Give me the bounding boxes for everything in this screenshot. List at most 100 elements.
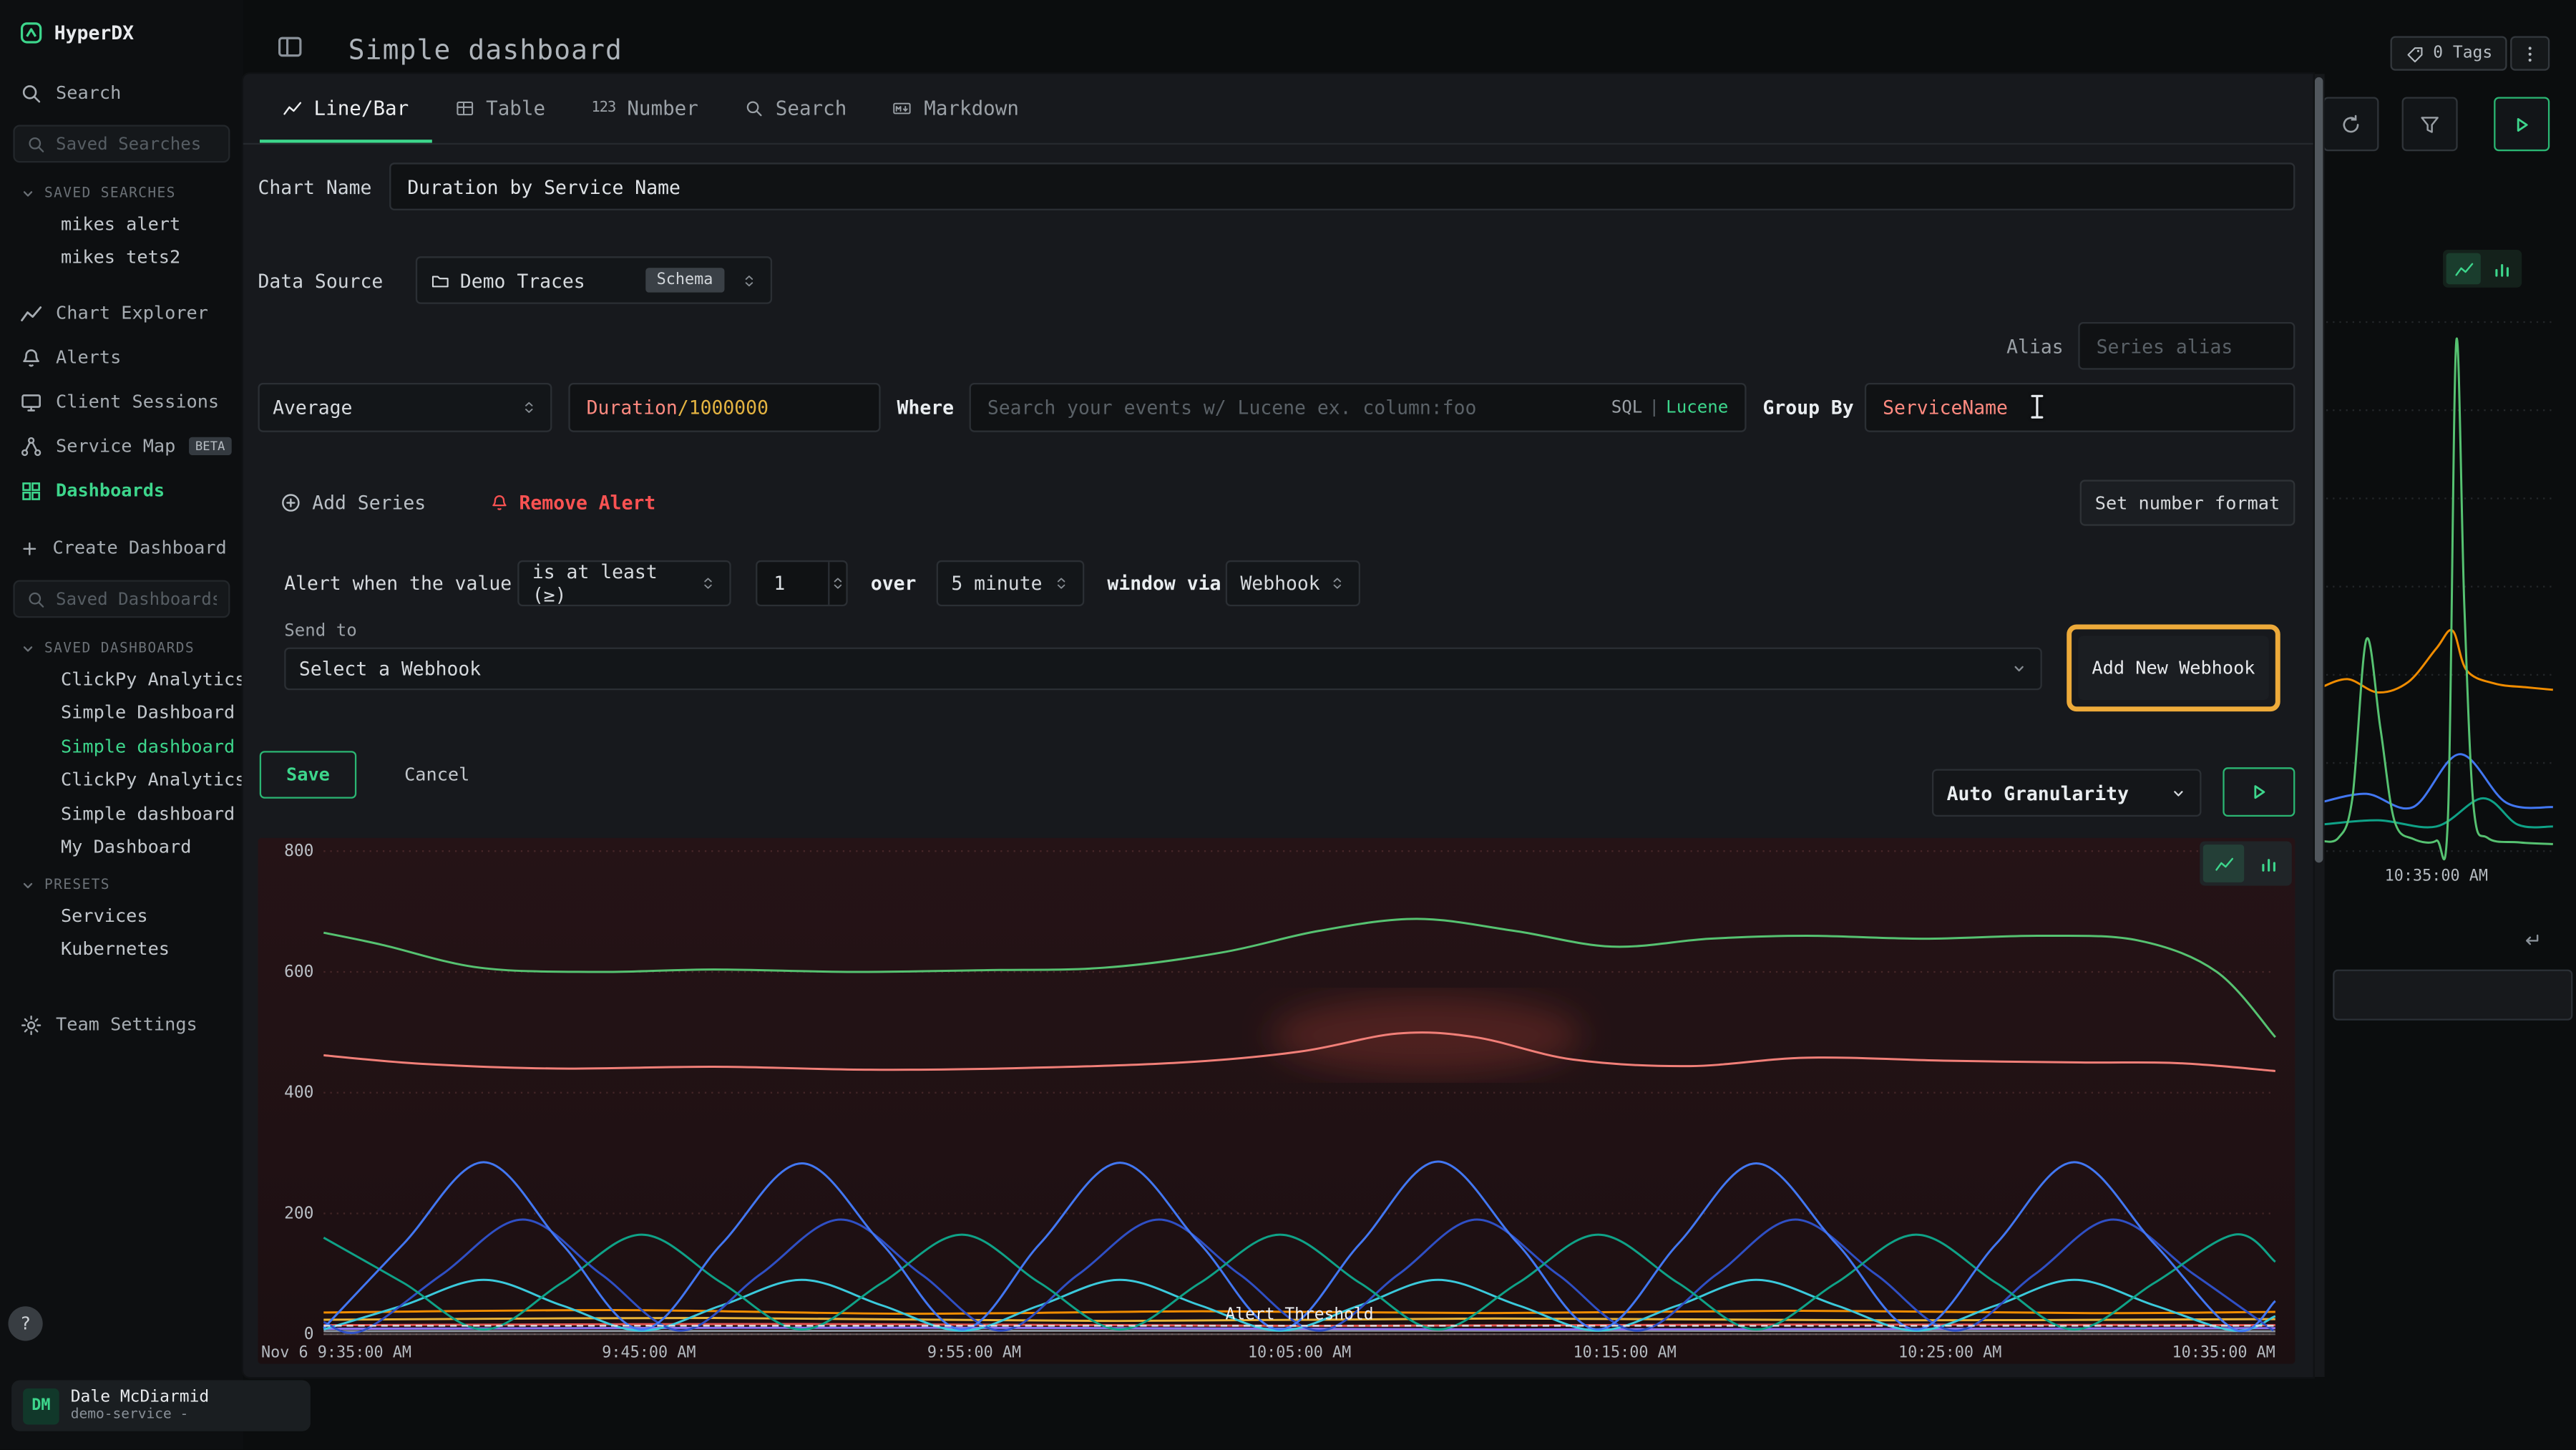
saved-dashboard-item-active[interactable]: Simple dashboard <box>0 729 243 763</box>
folder-icon <box>431 271 451 291</box>
updown-chevron-icon <box>1330 575 1346 592</box>
saved-search-item[interactable]: mikes alert <box>0 207 243 240</box>
svg-text:10:35:00 AM: 10:35:00 AM <box>2172 1343 2275 1361</box>
saved-dashboard-item[interactable]: ClickPy Analytics <box>0 662 243 696</box>
saved-dashboard-item[interactable]: Simple dashboard <box>0 797 243 831</box>
more-menu-button[interactable] <box>2510 37 2550 71</box>
chevron-down-icon <box>2011 661 2027 677</box>
sidebar-item-dashboards[interactable]: Dashboards <box>0 468 243 512</box>
saved-dashboard-item[interactable]: My Dashboard <box>0 831 243 865</box>
alert-condition-select[interactable]: is at least (≥) <box>517 560 731 606</box>
alert-threshold-input[interactable] <box>774 572 827 595</box>
filter-button[interactable] <box>2402 97 2458 151</box>
hyperdx-logo-icon <box>20 21 43 44</box>
alert-channel-select[interactable]: Webhook <box>1226 560 1360 606</box>
search-icon <box>26 134 47 154</box>
updown-chevron-icon <box>521 399 537 416</box>
saved-dashboards-section-header[interactable]: SAVED DASHBOARDS <box>0 628 243 662</box>
chart-type-tabs: Line/Bar Table 123 Number Search Markdow… <box>243 74 2313 145</box>
svg-text:400: 400 <box>284 1084 313 1102</box>
sidebar-item-client-sessions[interactable]: Client Sessions <box>0 379 243 424</box>
alert-window-select[interactable]: 5 minute <box>937 560 1085 606</box>
run-chart-button[interactable] <box>2223 767 2295 817</box>
svg-text:600: 600 <box>284 963 313 981</box>
preset-item[interactable]: Kubernetes <box>0 933 243 966</box>
tab-search[interactable]: Search <box>721 74 869 142</box>
sidebar-search-label: Search <box>56 82 121 104</box>
scrollbar-thumb[interactable] <box>2315 77 2323 862</box>
sidebar-item-search[interactable]: Search <box>0 71 243 115</box>
refresh-button[interactable] <box>2323 97 2379 151</box>
search-icon <box>20 82 43 104</box>
query-language-toggle[interactable]: SQL|Lucene <box>1611 398 1729 418</box>
plus-circle-icon <box>279 491 302 514</box>
window-via-label: window via <box>1107 560 1221 606</box>
group-by-input[interactable] <box>1883 396 2277 419</box>
chevron-down-icon <box>20 877 36 894</box>
help-button[interactable]: ? <box>8 1306 42 1340</box>
schema-badge[interactable]: Schema <box>645 268 725 292</box>
saved-dashboard-item[interactable]: ClickPy Analytics <box>0 763 243 797</box>
sidebar-item-team-settings[interactable]: Team Settings <box>0 1002 243 1046</box>
svg-text:800: 800 <box>284 842 313 860</box>
saved-dashboards-search[interactable] <box>13 580 230 618</box>
cancel-button[interactable]: Cancel <box>388 751 487 799</box>
alert-threshold-field <box>756 560 848 606</box>
field-expression[interactable]: Duration/1000000 <box>568 383 880 432</box>
line-chart-icon <box>283 99 303 119</box>
tab-number[interactable]: 123 Number <box>568 74 721 142</box>
funnel-icon <box>2419 112 2441 135</box>
chart-name-input[interactable] <box>407 175 2277 198</box>
brand-name: HyperDX <box>54 21 134 44</box>
modal-scrollbar[interactable] <box>2313 74 2325 1377</box>
preset-item[interactable]: Services <box>0 899 243 933</box>
user-menu[interactable]: DM Dale McDiarmid demo-service - <box>11 1381 311 1431</box>
line-view-button[interactable] <box>2203 845 2244 882</box>
create-dashboard-button[interactable]: Create Dashboard <box>0 526 243 570</box>
number-stepper[interactable] <box>827 562 846 605</box>
tab-markdown[interactable]: Markdown <box>869 74 1042 142</box>
webhook-select[interactable]: Select a Webhook <box>284 648 2042 691</box>
service-map-icon <box>20 434 43 457</box>
set-number-format-button[interactable]: Set number format <box>2080 480 2296 525</box>
bar-view-button[interactable] <box>2484 253 2518 285</box>
run-query-button[interactable] <box>2494 97 2550 151</box>
saved-searches-input[interactable] <box>56 134 217 154</box>
where-search-input[interactable] <box>987 396 1611 419</box>
user-subtitle: demo-service - <box>71 1406 210 1423</box>
aggregation-select[interactable]: Average <box>258 383 552 432</box>
line-chart-icon <box>2454 259 2474 279</box>
sidebar-item-service-map[interactable]: Service Map BETA <box>0 424 243 468</box>
sidebar-collapse-icon[interactable] <box>276 33 304 61</box>
sidebar-item-alerts[interactable]: Alerts <box>0 335 243 379</box>
add-new-webhook-button[interactable]: Add New Webhook <box>2078 636 2268 701</box>
saved-dashboards-input[interactable] <box>56 589 217 609</box>
saved-search-item[interactable]: mikes tets2 <box>0 240 243 274</box>
alias-input[interactable] <box>2097 334 2278 357</box>
data-source-select[interactable]: Demo Traces Schema <box>416 256 772 304</box>
tab-line-bar[interactable]: Line/Bar <box>260 74 432 142</box>
saved-dashboard-item[interactable]: Simple Dashboard <box>0 696 243 729</box>
tags-button[interactable]: 0 Tags <box>2391 37 2507 71</box>
brand[interactable]: HyperDX <box>0 0 243 54</box>
sidebar-item-chart-explorer[interactable]: Chart Explorer <box>0 291 243 335</box>
granularity-select[interactable]: Auto Granularity <box>1932 769 2202 817</box>
presets-section-header[interactable]: PRESETS <box>0 865 243 899</box>
line-chart-icon <box>2214 854 2234 874</box>
saved-searches-section-header[interactable]: SAVED SEARCHES <box>0 172 243 207</box>
page-title: Simple dashboard <box>348 34 623 66</box>
duration-line-chart: Alert Threshold0200400600800Nov 6 9:35:0… <box>258 838 2295 1364</box>
saved-searches-search[interactable] <box>13 125 230 162</box>
number-123-icon: 123 <box>591 100 615 117</box>
svg-text:10:35:00 AM: 10:35:00 AM <box>2385 867 2488 885</box>
bar-chart-icon <box>2492 259 2512 279</box>
add-series-button[interactable]: Add Series <box>279 480 426 525</box>
line-view-button[interactable] <box>2446 253 2481 285</box>
sidebar: HyperDX Search SAVED SEARCHES mikes aler… <box>0 0 243 1449</box>
app-window: HyperDX Search SAVED SEARCHES mikes aler… <box>0 0 2576 1449</box>
save-button[interactable]: Save <box>260 751 356 799</box>
remove-alert-button[interactable]: Remove Alert <box>489 480 655 525</box>
tab-table[interactable]: Table <box>431 74 568 142</box>
bar-view-button[interactable] <box>2248 845 2288 882</box>
svg-text:10:15:00 AM: 10:15:00 AM <box>1573 1343 1676 1361</box>
